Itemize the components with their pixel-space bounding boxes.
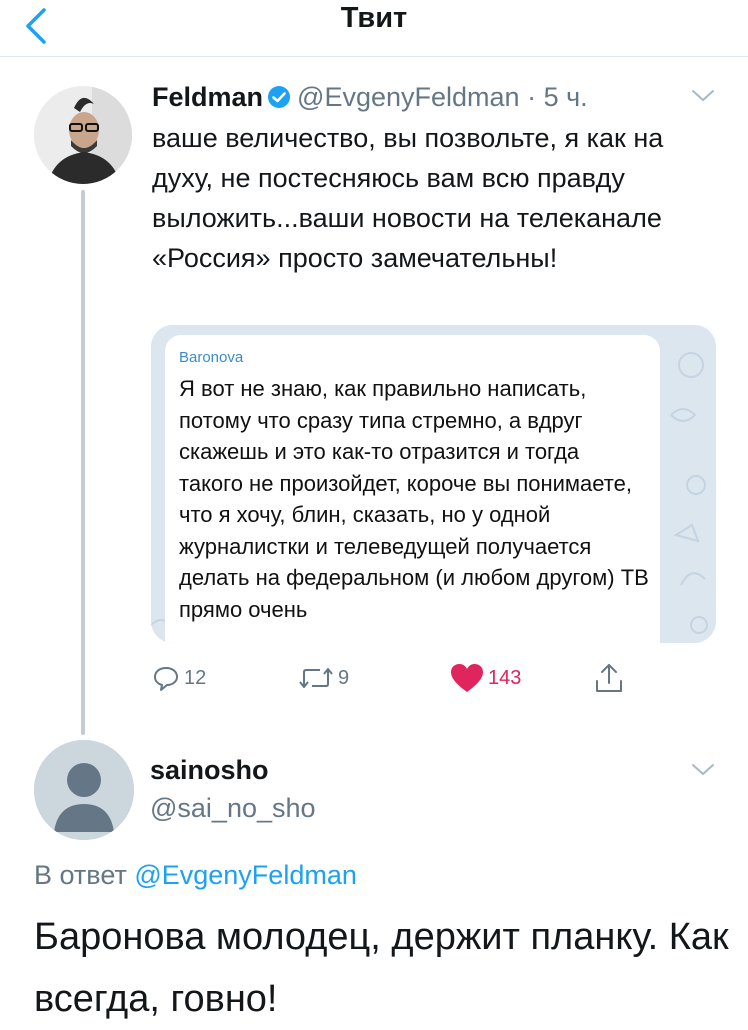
reply-icon: [154, 667, 178, 691]
tweet-media-image[interactable]: Baronova Я вот не знаю, как правильно на…: [151, 325, 716, 643]
retweet-icon: [299, 668, 333, 688]
tweet-actions: 12 9 143: [152, 660, 712, 696]
reply-count: 12: [184, 666, 207, 689]
thread-line: [81, 190, 85, 735]
share-button[interactable]: [594, 660, 624, 696]
tweet-header: Feldman @EvgenyFeldman · 5 ч.: [152, 82, 588, 112]
default-avatar-icon: [34, 740, 134, 840]
heart-icon: [451, 664, 483, 692]
reply-prefix: В ответ: [34, 860, 127, 890]
verified-badge-icon: [267, 85, 291, 116]
tweet-text: Баронова молодец, держит планку. Как все…: [34, 916, 729, 1020]
message-text: Я вот не знаю, как правильно написать, п…: [179, 376, 649, 622]
tweet-text: ваше величество, вы позвольте, я как на …: [152, 123, 664, 273]
share-icon: [596, 664, 622, 692]
avatar-feldman[interactable]: [34, 86, 132, 184]
tweet-menu-button[interactable]: [690, 762, 716, 783]
retweet-button[interactable]: 9: [298, 660, 349, 696]
author-name[interactable]: sainosho: [150, 755, 269, 786]
author-name[interactable]: Feldman: [152, 82, 263, 112]
reply-to-link[interactable]: @EvgenyFeldman: [134, 860, 357, 890]
retweet-count: 9: [338, 666, 350, 689]
reply-context: В ответ @EvgenyFeldman: [34, 860, 357, 891]
author-handle[interactable]: @sai_no_sho: [150, 793, 316, 824]
chevron-down-icon: [692, 764, 714, 776]
like-count: 143: [488, 666, 522, 689]
tweet-time[interactable]: 5 ч.: [544, 82, 588, 112]
author-handle[interactable]: @EvgenyFeldman: [297, 82, 520, 112]
message-sender: Baronova: [179, 349, 244, 366]
chevron-down-icon: [692, 90, 714, 102]
separator-dot: ·: [527, 82, 537, 112]
like-button[interactable]: 143: [450, 660, 521, 696]
message-bubble: Baronova Я вот не знаю, как правильно на…: [165, 335, 660, 643]
tweet-menu-button[interactable]: [690, 88, 716, 109]
avatar-sainosho[interactable]: [34, 740, 134, 840]
navigation-bar: Твит: [0, 0, 748, 57]
reply-button[interactable]: 12: [152, 660, 206, 696]
page-title: Твит: [340, 2, 408, 34]
